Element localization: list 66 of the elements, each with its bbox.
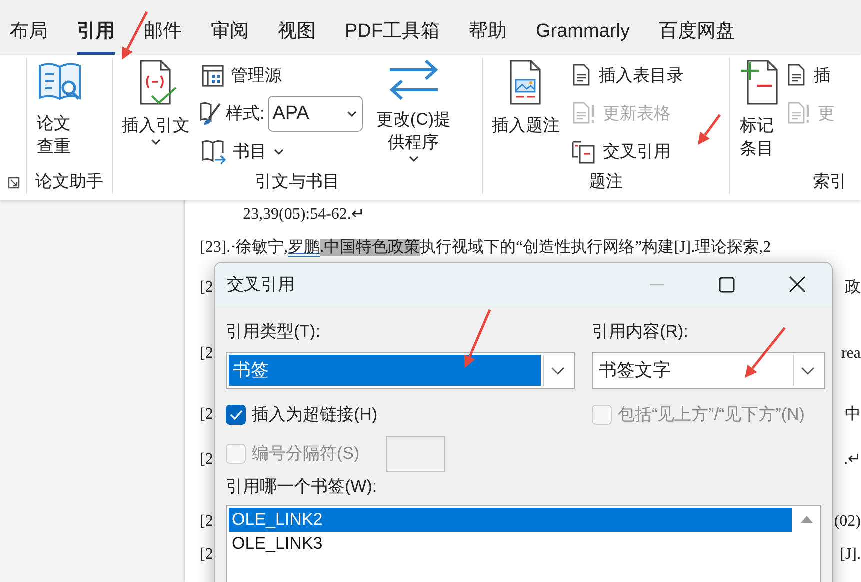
- checkbox[interactable]: 插入为超链接(H): [226, 395, 378, 434]
- close-icon: [788, 276, 806, 293]
- book-icon: [201, 139, 227, 165]
- ribbon-button[interactable]: 标记条目: [734, 58, 780, 160]
- document-text: [2: [200, 344, 214, 364]
- document-icon: [786, 102, 812, 126]
- ribbon-button[interactable]: 插: [784, 58, 837, 94]
- check-icon: [228, 408, 244, 422]
- document-text: rea: [841, 344, 861, 364]
- ribbon-tab[interactable]: 审阅: [211, 18, 249, 55]
- document-text: 23,39(05):54-62.↵: [243, 205, 364, 225]
- document-text: [2: [200, 545, 214, 565]
- ribbon-tab[interactable]: Grammarly: [536, 18, 630, 55]
- document-icon: [571, 102, 597, 126]
- ribbon-button[interactable]: 论文查重: [31, 58, 77, 158]
- ribbon-button[interactable]: 插入题注: [487, 58, 565, 137]
- caret-icon: [408, 154, 420, 164]
- minimize-icon: [649, 284, 665, 286]
- maximize-icon: [719, 276, 735, 292]
- document-text: [23].·徐敏宁,罗鹏.中国特色政策执行视域下的“创造性执行网络”构建[J].理论探索,2: [200, 238, 772, 258]
- annotation-arrow: [745, 327, 786, 378]
- field-label: 引用哪一个书签(W):: [226, 476, 378, 498]
- ribbon-tab[interactable]: 邮件: [144, 18, 182, 55]
- ribbon-button[interactable]: 更改(C)提供程序: [366, 58, 461, 170]
- group-label: 论文助手: [34, 171, 104, 193]
- document-text: 政: [845, 278, 861, 298]
- document-text: [2: [200, 450, 214, 470]
- window-title: 交叉引用: [227, 274, 296, 296]
- dialog-launcher-icon: [8, 176, 20, 189]
- ribbon-button[interactable]: 插入引文: [117, 58, 195, 153]
- document-text: (02): [834, 512, 861, 532]
- reference-type-select[interactable]: 书签: [226, 352, 575, 389]
- style-dropdown[interactable]: APA: [268, 96, 363, 132]
- group-label: 题注: [588, 171, 624, 193]
- ribbon-tab[interactable]: 帮助: [469, 18, 507, 55]
- annotation-arrow: [464, 310, 492, 368]
- brush-icon: [199, 101, 223, 127]
- list-item[interactable]: OLE_LINK3: [229, 532, 792, 556]
- caret-icon: [346, 109, 358, 119]
- ribbon-tab[interactable]: PDF工具箱: [345, 18, 440, 55]
- ribbon-tab[interactable]: 布局: [10, 18, 48, 55]
- scroll-up-icon: [800, 514, 814, 524]
- style-label: 样式:: [226, 103, 265, 126]
- annotation-arrow: [698, 114, 721, 145]
- group-label: 索引: [812, 171, 848, 193]
- table-icon: [201, 64, 225, 88]
- document-text: [2: [200, 278, 214, 298]
- field-label: 引用类型(T):: [226, 321, 322, 343]
- list-item[interactable]: OLE_LINK2: [229, 508, 792, 532]
- document-text: [2: [200, 512, 214, 532]
- document-text: [J].: [840, 545, 861, 565]
- caret-icon: [273, 147, 285, 157]
- ribbon-button[interactable]: 书目: [199, 134, 363, 170]
- ribbon-tab[interactable]: 视图: [278, 18, 316, 55]
- document-text: 中: [845, 404, 861, 425]
- field-label: 引用内容(R):: [592, 321, 690, 343]
- cross-reference-icon: [571, 139, 597, 165]
- reference-content-select[interactable]: 书签文字: [592, 352, 825, 389]
- ribbon-button[interactable]: 管理源: [199, 58, 363, 94]
- document-text: [2: [200, 405, 214, 425]
- group-label: 引文与书目: [254, 171, 341, 193]
- ribbon-tab[interactable]: 百度网盘: [658, 18, 735, 55]
- caret-icon: [150, 137, 162, 147]
- ribbon-button[interactable]: 插入表目录: [569, 58, 686, 94]
- ribbon-button[interactable]: 交叉引用: [569, 134, 686, 170]
- document-text: .↵: [844, 450, 861, 470]
